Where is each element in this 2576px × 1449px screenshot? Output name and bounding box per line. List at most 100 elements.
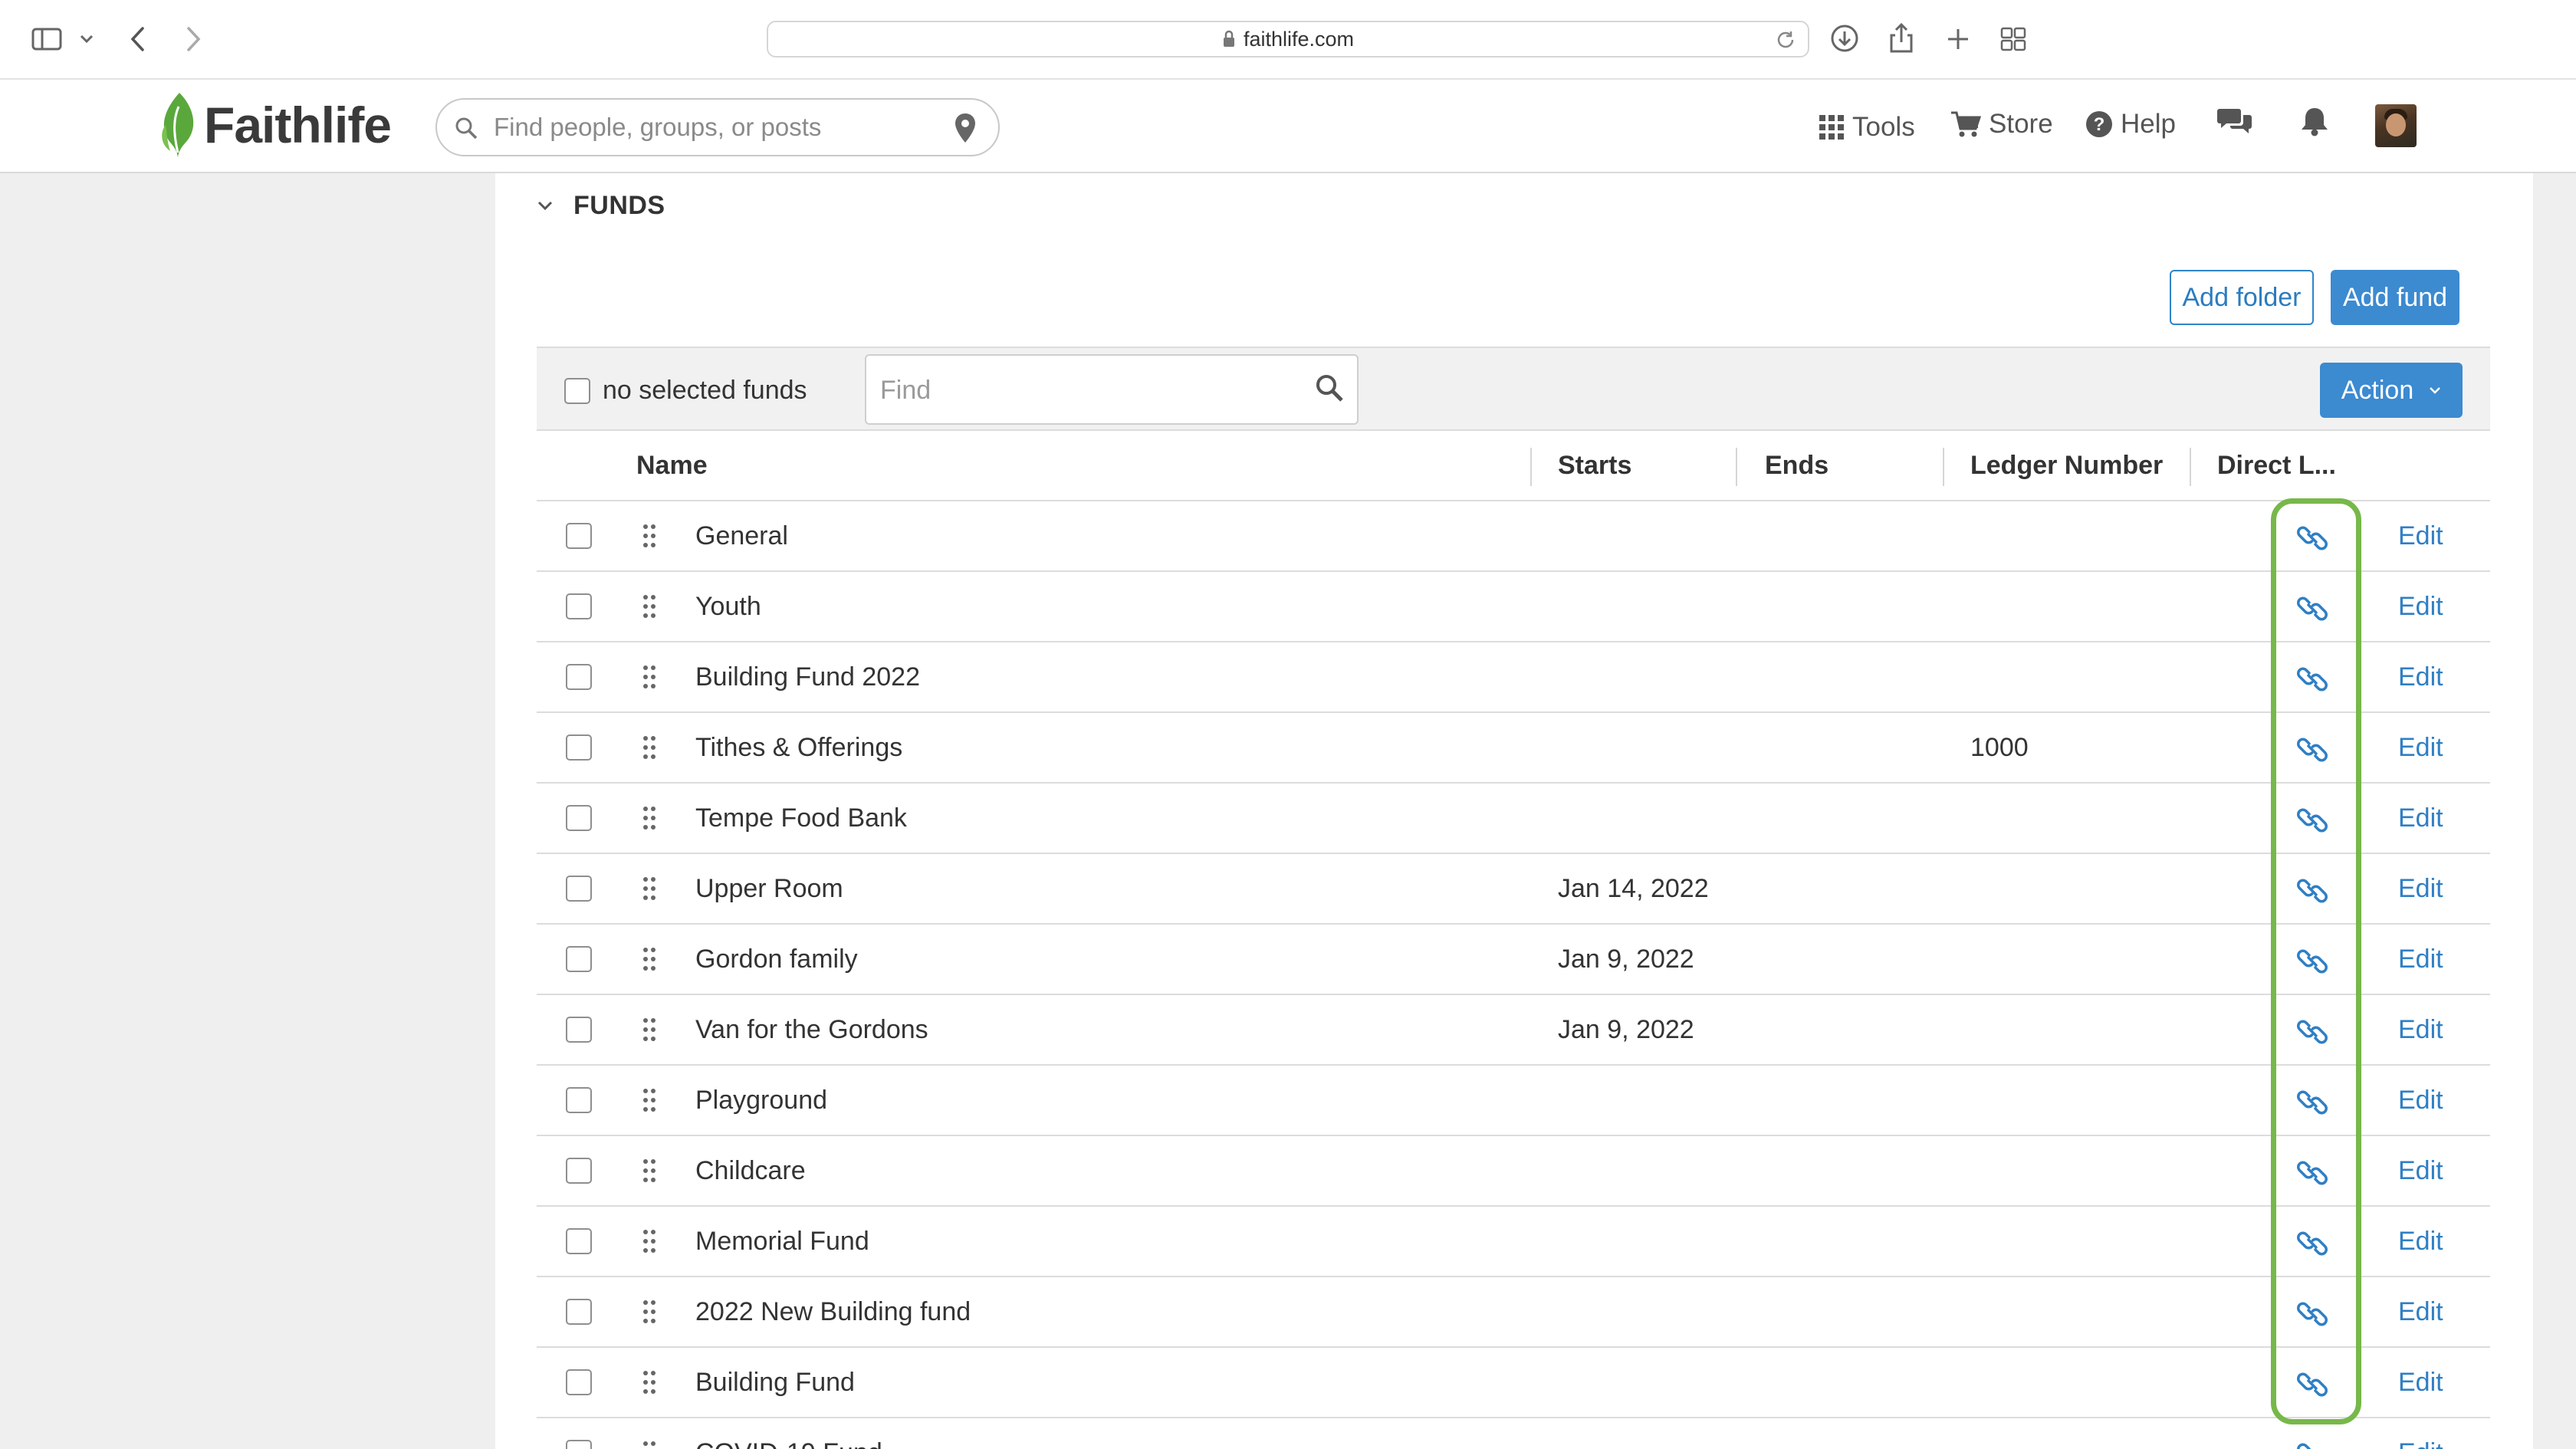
screen: faithlife.com Faithlife Find people, gro… [0, 0, 2576, 1449]
direct-link-icon[interactable] [2295, 521, 2329, 555]
direct-link-icon[interactable] [2295, 945, 2329, 978]
edit-link[interactable]: Edit [2398, 854, 2443, 923]
drag-handle-icon[interactable] [641, 523, 658, 549]
row-checkbox[interactable] [566, 1369, 592, 1395]
fund-name: Memorial Fund [695, 1226, 869, 1256]
edit-link[interactable]: Edit [2398, 995, 2443, 1064]
direct-link-icon[interactable] [2295, 733, 2329, 767]
tab-overview-icon[interactable] [1996, 23, 2030, 55]
add-fund-button[interactable]: Add fund [2331, 270, 2459, 325]
drag-handle-icon[interactable] [641, 805, 658, 831]
select-all-checkbox[interactable] [564, 377, 590, 404]
row-checkbox[interactable] [566, 805, 592, 831]
direct-link-icon[interactable] [2295, 592, 2329, 626]
select-all[interactable]: no selected funds [564, 376, 807, 406]
drag-handle-icon[interactable] [641, 1228, 658, 1254]
new-tab-icon[interactable] [1941, 23, 1975, 55]
row-checkbox[interactable] [566, 523, 592, 549]
forward-icon[interactable] [178, 23, 209, 55]
row-checkbox[interactable] [566, 1017, 592, 1043]
drag-handle-icon[interactable] [641, 876, 658, 902]
nav-store[interactable]: Store [1950, 104, 2053, 144]
direct-link-icon[interactable] [2295, 1015, 2329, 1049]
find-field[interactable] [865, 354, 1359, 425]
site-search[interactable] [435, 98, 1000, 156]
edit-link[interactable]: Edit [2398, 1066, 2443, 1135]
column-header-starts[interactable]: Starts [1558, 431, 1631, 500]
row-checkbox[interactable] [566, 664, 592, 690]
row-checkbox[interactable] [566, 876, 592, 902]
edit-link[interactable]: Edit [2398, 1348, 2443, 1417]
add-folder-button[interactable]: Add folder [2170, 270, 2314, 325]
drag-handle-icon[interactable] [641, 1017, 658, 1043]
edit-link[interactable]: Edit [2398, 572, 2443, 641]
row-checkbox[interactable] [566, 1299, 592, 1325]
find-input[interactable] [880, 370, 1294, 411]
drag-handle-icon[interactable] [641, 734, 658, 761]
direct-link-icon[interactable] [2295, 1227, 2329, 1260]
edit-link[interactable]: Edit [2398, 1136, 2443, 1205]
nav-tools[interactable]: Tools [1819, 107, 1915, 147]
column-header-ledger-number[interactable]: Ledger Number [1970, 431, 2163, 500]
address-bar[interactable]: faithlife.com [767, 21, 1809, 58]
drag-handle-icon[interactable] [641, 1158, 658, 1184]
funds-section-header[interactable]: FUNDS [537, 187, 665, 224]
fund-starts: Jan 14, 2022 [1558, 873, 1709, 903]
avatar[interactable] [2375, 104, 2417, 147]
direct-link-icon[interactable] [2295, 1086, 2329, 1119]
direct-link-icon[interactable] [2295, 1156, 2329, 1190]
faithlife-logo[interactable]: Faithlife [156, 90, 392, 159]
row-checkbox[interactable] [566, 946, 592, 972]
row-checkbox[interactable] [566, 734, 592, 761]
chevron-down-icon[interactable] [75, 29, 98, 49]
edit-link[interactable]: Edit [2398, 1418, 2443, 1449]
drag-handle-icon[interactable] [641, 664, 658, 690]
row-checkbox[interactable] [566, 1228, 592, 1254]
url-text: faithlife.com [1243, 27, 1355, 51]
row-checkbox[interactable] [566, 1087, 592, 1113]
direct-link-icon[interactable] [2295, 662, 2329, 696]
location-pin-icon[interactable] [954, 112, 977, 148]
notifications-bell-icon[interactable] [2300, 106, 2329, 136]
edit-link[interactable]: Edit [2398, 925, 2443, 994]
chevron-down-icon[interactable] [537, 200, 554, 211]
site-search-input[interactable] [494, 107, 923, 147]
drag-handle-icon[interactable] [641, 1369, 658, 1395]
messages-icon[interactable] [2217, 106, 2252, 136]
fund-name: Tithes & Offerings [695, 732, 903, 762]
table-row: Gordon family Jan 9, 2022 Edit [537, 925, 2490, 995]
column-header-ends[interactable]: Ends [1765, 431, 1829, 500]
edit-link[interactable]: Edit [2398, 784, 2443, 853]
drag-handle-icon[interactable] [641, 1087, 658, 1113]
section-title: FUNDS [573, 190, 665, 220]
direct-link-icon[interactable] [2295, 1368, 2329, 1401]
edit-link[interactable]: Edit [2398, 1277, 2443, 1346]
sidebar-toggle-icon[interactable] [28, 23, 66, 55]
table-row: COVID-19 Fund Edit [537, 1418, 2490, 1449]
column-header-direct-link[interactable]: Direct L... [2217, 431, 2336, 500]
column-header-name[interactable]: Name [636, 431, 708, 500]
row-checkbox[interactable] [566, 593, 592, 619]
download-icon[interactable] [1828, 21, 1861, 55]
direct-link-icon[interactable] [2295, 1297, 2329, 1331]
action-dropdown-button[interactable]: Action [2320, 363, 2463, 418]
search-icon[interactable] [1314, 373, 1345, 403]
back-icon[interactable] [123, 23, 153, 55]
direct-link-icon[interactable] [2295, 874, 2329, 908]
drag-handle-icon[interactable] [641, 1299, 658, 1325]
drag-handle-icon[interactable] [641, 946, 658, 972]
row-checkbox[interactable] [566, 1158, 592, 1184]
leaf-logo-icon [162, 93, 194, 157]
direct-link-icon[interactable] [2295, 1438, 2329, 1449]
edit-link[interactable]: Edit [2398, 642, 2443, 711]
edit-link[interactable]: Edit [2398, 501, 2443, 570]
drag-handle-icon[interactable] [641, 1440, 658, 1449]
edit-link[interactable]: Edit [2398, 713, 2443, 782]
share-icon[interactable] [1884, 20, 1918, 55]
reload-icon[interactable] [1774, 28, 1797, 51]
edit-link[interactable]: Edit [2398, 1207, 2443, 1276]
nav-help[interactable]: ? Help [2085, 104, 2176, 144]
drag-handle-icon[interactable] [641, 593, 658, 619]
row-checkbox[interactable] [566, 1440, 592, 1449]
direct-link-icon[interactable] [2295, 803, 2329, 837]
